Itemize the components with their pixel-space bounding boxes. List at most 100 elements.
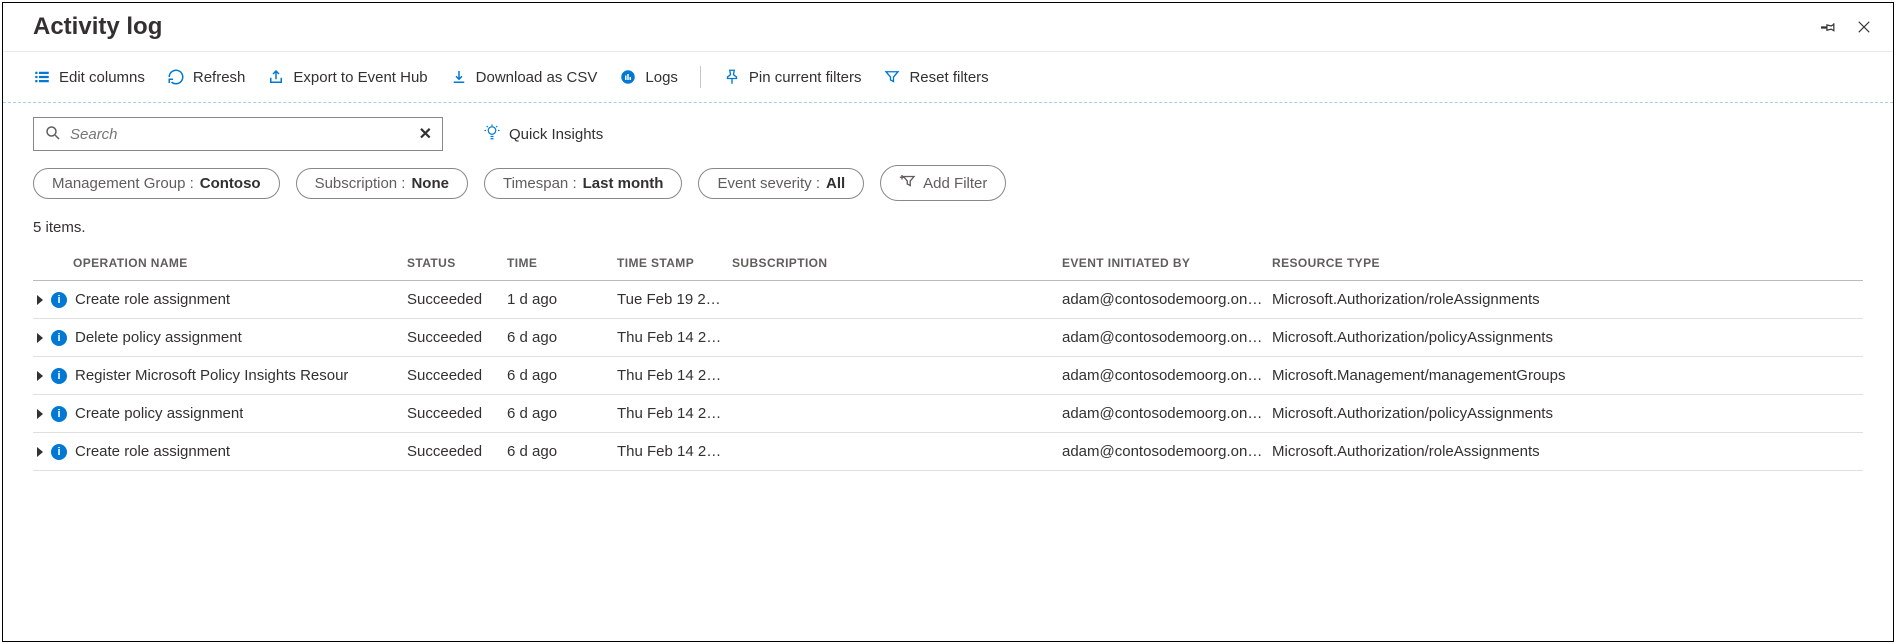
cell-timestamp: Thu Feb 14 2… xyxy=(613,367,728,384)
pin-filters-label: Pin current filters xyxy=(749,69,862,86)
cell-status: Succeeded xyxy=(403,405,503,422)
cell-operation: Register Microsoft Policy Insights Resou… xyxy=(75,367,348,384)
pin-icon[interactable] xyxy=(1819,18,1837,36)
cell-initiated-by: adam@contosodemoorg.on… xyxy=(1058,367,1268,384)
cell-time: 6 d ago xyxy=(503,367,613,384)
expand-row-icon[interactable] xyxy=(37,371,43,381)
cell-timestamp: Thu Feb 14 2… xyxy=(613,443,728,460)
cell-initiated-by: adam@contosodemoorg.on… xyxy=(1058,443,1268,460)
add-filter-button[interactable]: Add Filter xyxy=(880,165,1006,201)
table-row[interactable]: iCreate role assignmentSucceeded1 d agoT… xyxy=(33,281,1863,319)
cell-resource-type: Microsoft.Authorization/policyAssignment… xyxy=(1268,405,1863,422)
filter-value: All xyxy=(826,175,845,192)
reset-filters-button[interactable]: Reset filters xyxy=(883,68,988,86)
close-icon[interactable] xyxy=(1855,18,1873,36)
col-operation[interactable]: OPERATION NAME xyxy=(33,256,403,270)
filter-timespan[interactable]: Timespan : Last month xyxy=(484,168,682,199)
clear-search-icon[interactable]: ✕ xyxy=(419,124,432,144)
toolbar-divider xyxy=(700,66,701,88)
cell-status: Succeeded xyxy=(403,329,503,346)
cell-operation: Create role assignment xyxy=(75,291,230,308)
blade-title-actions xyxy=(1819,18,1873,36)
status-info-icon: i xyxy=(51,368,67,384)
expand-row-icon[interactable] xyxy=(37,295,43,305)
logs-button[interactable]: Logs xyxy=(619,68,678,86)
cell-status: Succeeded xyxy=(403,367,503,384)
filter-subscription[interactable]: Subscription : None xyxy=(296,168,468,199)
item-count: 5 items. xyxy=(3,213,1893,246)
status-info-icon: i xyxy=(51,330,67,346)
quick-insights-label: Quick Insights xyxy=(509,126,603,143)
edit-columns-label: Edit columns xyxy=(59,69,145,86)
pin-filters-button[interactable]: Pin current filters xyxy=(723,68,862,86)
col-status[interactable]: STATUS xyxy=(403,256,503,270)
expand-row-icon[interactable] xyxy=(37,409,43,419)
filter-label: Management Group : xyxy=(52,175,194,192)
command-bar: Edit columns Refresh Export to Event Hub… xyxy=(3,52,1893,103)
cell-operation: Delete policy assignment xyxy=(75,329,242,346)
filter-value: Last month xyxy=(583,175,664,192)
export-button[interactable]: Export to Event Hub xyxy=(267,68,427,86)
table-row[interactable]: i Register Microsoft Policy Insights Reso… xyxy=(33,357,1863,395)
filter-label: Subscription : xyxy=(315,175,406,192)
cell-time: 6 d ago xyxy=(503,443,613,460)
status-info-icon: i xyxy=(51,444,67,460)
search-row: ✕ Quick Insights xyxy=(3,103,1893,161)
filter-value: Contoso xyxy=(200,175,261,192)
add-filter-label: Add Filter xyxy=(923,175,987,192)
cell-time: 6 d ago xyxy=(503,329,613,346)
export-label: Export to Event Hub xyxy=(293,69,427,86)
list-icon xyxy=(33,68,51,86)
blade-header: Activity log xyxy=(3,3,1893,52)
cell-operation: Create policy assignment xyxy=(75,405,243,422)
cell-initiated-by: adam@contosodemoorg.on… xyxy=(1058,405,1268,422)
cell-time: 6 d ago xyxy=(503,405,613,422)
table-row[interactable]: i Create policy assignment Succeeded6 d ag… xyxy=(33,395,1863,433)
cell-time: 1 d ago xyxy=(503,291,613,308)
cell-initiated-by: adam@contosodemoorg.on… xyxy=(1058,291,1268,308)
logs-label: Logs xyxy=(645,69,678,86)
table-row[interactable]: iCreate role assignmentSucceeded6 d agoT… xyxy=(33,433,1863,471)
quick-insights-button[interactable]: Quick Insights xyxy=(483,123,603,145)
refresh-icon xyxy=(167,68,185,86)
filter-event-severity[interactable]: Event severity : All xyxy=(698,168,864,199)
reset-filters-label: Reset filters xyxy=(909,69,988,86)
cell-timestamp: Thu Feb 14 2… xyxy=(613,405,728,422)
logs-icon xyxy=(619,68,637,86)
download-csv-button[interactable]: Download as CSV xyxy=(450,68,598,86)
filter-value: None xyxy=(411,175,449,192)
cell-initiated-by: adam@contosodemoorg.on… xyxy=(1058,329,1268,346)
edit-columns-button[interactable]: Edit columns xyxy=(33,68,145,86)
table-body: iCreate role assignmentSucceeded1 d agoT… xyxy=(33,281,1863,471)
page-title: Activity log xyxy=(33,13,162,41)
col-timestamp[interactable]: TIME STAMP xyxy=(613,256,728,270)
col-initiated-by[interactable]: EVENT INITIATED BY xyxy=(1058,256,1268,270)
activity-log-table: OPERATION NAME STATUS TIME TIME STAMP SU… xyxy=(33,246,1863,471)
download-icon xyxy=(450,68,468,86)
search-box: ✕ xyxy=(33,117,443,151)
cell-resource-type: Microsoft.Authorization/roleAssignments xyxy=(1268,291,1863,308)
table-row[interactable]: i Delete policy assignment Succeeded6 d ag… xyxy=(33,319,1863,357)
col-resource-type[interactable]: RESOURCE TYPE xyxy=(1268,256,1863,270)
cell-resource-type: Microsoft.Authorization/roleAssignments xyxy=(1268,443,1863,460)
status-info-icon: i xyxy=(51,406,67,422)
add-filter-icon xyxy=(899,172,917,194)
filter-label: Event severity : xyxy=(717,175,820,192)
cell-timestamp: Tue Feb 19 2… xyxy=(613,291,728,308)
export-icon xyxy=(267,68,285,86)
cell-resource-type: Microsoft.Authorization/policyAssignment… xyxy=(1268,329,1863,346)
filter-management-group[interactable]: Management Group : Contoso xyxy=(33,168,280,199)
expand-row-icon[interactable] xyxy=(37,333,43,343)
col-time[interactable]: TIME xyxy=(503,256,613,270)
refresh-label: Refresh xyxy=(193,69,246,86)
status-info-icon: i xyxy=(51,292,67,308)
filter-bar: Management Group : Contoso Subscription … xyxy=(3,161,1893,213)
table-header: OPERATION NAME STATUS TIME TIME STAMP SU… xyxy=(33,246,1863,281)
col-subscription[interactable]: SUBSCRIPTION xyxy=(728,256,1058,270)
cell-status: Succeeded xyxy=(403,443,503,460)
refresh-button[interactable]: Refresh xyxy=(167,68,246,86)
cell-resource-type: Microsoft.Management/managementGroups xyxy=(1268,367,1863,384)
search-input[interactable] xyxy=(70,126,411,143)
download-csv-label: Download as CSV xyxy=(476,69,598,86)
expand-row-icon[interactable] xyxy=(37,447,43,457)
